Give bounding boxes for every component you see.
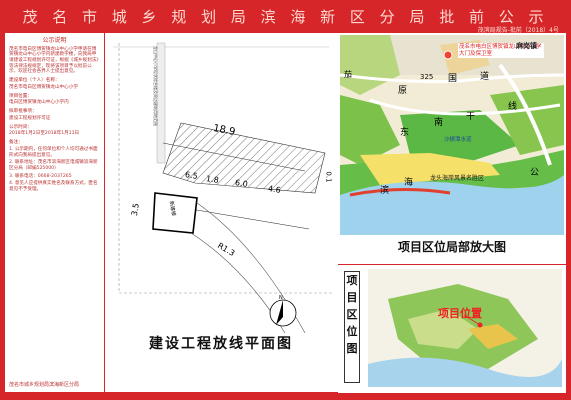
town-label: 麻岗镇	[516, 42, 537, 50]
scenic-area-label: 龙头海岸风景名胜区	[430, 175, 485, 182]
dim-e-label: 0.1	[324, 171, 333, 183]
header: 茂 名 市 城 乡 规 划 局 滨 海 新 区 分 局 批 前 公 示 茂滨局规…	[0, 0, 571, 34]
note-2: 2. 联系地址：茂名市滨海新区电城镇滨海新区分局（邮编525000）	[9, 160, 98, 171]
dim-d-label: 4.6	[267, 184, 282, 195]
map-label-gan: 干	[466, 112, 476, 122]
location-map-panel: 项 目 区 位 图 项目位置	[338, 264, 566, 393]
applicant-value: 茂名市电白区博贺镇龙山中心小学	[9, 84, 78, 90]
map-label-qie: 茄	[344, 70, 352, 79]
title-char-4: 位	[346, 325, 358, 338]
title-char-1: 项	[346, 274, 358, 287]
announcement-panel: 公示说明 茂名市电白区博贺镇龙山中心小学申请在博贺镇龙山中心小学内新建教学楼，向…	[5, 33, 105, 392]
road-number: 325	[420, 73, 434, 81]
note-4: 4. 意见人应提供真实姓名及联系方式，匿名意见不予受理。	[9, 181, 98, 193]
note-3: 3. 联系电话：0668-2037265	[9, 173, 72, 179]
map-label-gong: 公	[530, 168, 540, 178]
page-frame: 茂 名 市 城 乡 规 划 局 滨 海 新 区 分 局 批 前 公 示 茂滨局规…	[0, 0, 571, 400]
drawing-note: 龙山中心小学现状综合楼及周边建筑用地范围	[153, 46, 158, 126]
dim-a-label: 6.5	[184, 170, 199, 181]
map-label-xian: 线	[508, 102, 518, 112]
period-value: 2018年1月2日至2018年1月11日	[9, 131, 80, 137]
site-plan-drawing: 18.9 6.5 1.8 6.0 4.6 0.1 3.5 R1.3 新建楼 龙山…	[105, 33, 337, 392]
location-map-title: 项 目 区 位 图	[344, 271, 360, 383]
site-plan-svg	[113, 42, 333, 334]
map-label-nan: 南	[434, 118, 444, 128]
period-label: 公示时间：	[9, 124, 32, 130]
local-map-panel: 茂名市电白区博贺镇龙山中心小学大门及保卫室 麻岗镇 325 国 道 原 干 线 …	[338, 33, 566, 263]
note-1: 1. 公示期内，任何单位和个人均可通过书面形式向我局提出意见。	[9, 146, 98, 158]
map-label-guo: 国	[448, 74, 458, 84]
dim-b-label: 1.8	[205, 174, 220, 185]
project-position-label: 项目位置	[438, 307, 482, 320]
intro-text: 茂名市电白区博贺镇龙山中心小学申请在博贺镇龙山中心小学内新建教学楼，向我局申请建…	[9, 46, 99, 75]
map-label-bin: 滨	[380, 186, 390, 196]
panel-heading: 公示说明	[42, 37, 67, 44]
permit-label: 拟审批事项：	[9, 109, 37, 115]
road-band	[156, 42, 166, 164]
location-label: 项目位置：	[9, 93, 32, 99]
map-label-yuan: 原	[398, 86, 408, 96]
drawing-caption: 建设工程放线平面图	[149, 336, 293, 352]
panel-footer: 茂名市城乡规划局滨海新区分局	[9, 381, 80, 388]
location-map: 项目位置	[368, 269, 562, 387]
map-label-dong: 东	[400, 128, 410, 138]
north-label: N	[279, 295, 283, 301]
map-label-hai: 海	[404, 178, 414, 188]
location-value: 电白区博贺镇龙山中心小学内	[9, 100, 69, 106]
title-char-3: 区	[346, 308, 358, 321]
local-map-caption: 项目区位局部放大图	[397, 240, 506, 254]
content-area: 公示说明 茂名市电白区博贺镇龙山中心小学申请在博贺镇龙山中心小学内新建教学楼，向…	[5, 33, 566, 393]
waterway-label: 沙狮潭水道	[444, 137, 472, 143]
notes-label: 备注：	[9, 140, 23, 146]
title-char-5: 图	[346, 342, 358, 355]
dim-c-label: 6.0	[234, 178, 249, 189]
local-map: 茂名市电白区博贺镇龙山中心小学大门及保卫室 麻岗镇 325 国 道 原 干 线 …	[340, 35, 564, 235]
map-label-dao: 道	[480, 72, 490, 82]
title-char-2: 目	[346, 291, 358, 304]
permit-value: 建设工程规划许可证	[9, 115, 51, 121]
applicant-label: 建设单位（个人）名称：	[9, 78, 60, 84]
page-title: 茂 名 市 城 乡 规 划 局 滨 海 新 区 分 局 批 前 公 示	[22, 8, 549, 26]
location-map-svg	[368, 269, 562, 387]
